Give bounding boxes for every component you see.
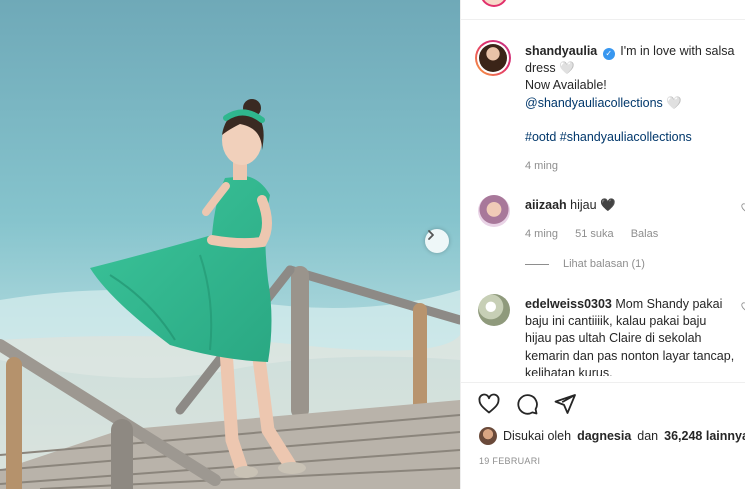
caption-mention-link[interactable]: @shandyauliacollections [525, 96, 663, 110]
view-replies-button[interactable]: Lihat balasan (1) [525, 258, 645, 270]
likes-count[interactable]: 36,248 lainnya [664, 429, 745, 443]
commenter-username[interactable]: aiizaah [525, 198, 567, 212]
author-avatar[interactable] [475, 40, 511, 76]
likes-middle: dan [637, 429, 659, 443]
liker-avatar[interactable] [479, 427, 497, 445]
caption-line2: Now Available! [525, 78, 607, 93]
header-avatar[interactable] [480, 0, 508, 7]
liker-username[interactable]: dagnesia [577, 429, 631, 443]
commenter-avatar[interactable] [478, 294, 510, 326]
verified-badge-icon: ✓ [602, 48, 615, 60]
post-side-panel: shandyaulia ✓ I'm in love with salsa dre… [460, 0, 745, 489]
commenter-username[interactable]: edelweiss0303 [525, 297, 612, 311]
comment-item: edelweiss0303 Mom Shandy pakai baju ini … [525, 296, 735, 376]
comment-age[interactable]: 4 ming [525, 228, 558, 240]
action-bar [477, 392, 577, 416]
post-header [461, 0, 745, 20]
caption-mention-suffix: 🤍 [662, 95, 682, 110]
caption-hashtags[interactable]: #ootd #shandyauliacollections [525, 130, 692, 144]
beach-photo-illustration [0, 0, 460, 489]
likes-prefix: Disukai oleh [503, 429, 572, 443]
paper-plane-icon[interactable] [553, 392, 577, 416]
actions-divider [461, 382, 745, 383]
reply-button[interactable]: Balas [631, 228, 659, 240]
comment-likes[interactable]: 51 suka [575, 228, 614, 240]
heart-outline-icon[interactable] [741, 302, 745, 312]
comment-bubble-icon[interactable] [515, 392, 539, 416]
next-photo-button[interactable] [425, 229, 449, 253]
heart-icon[interactable] [477, 392, 501, 416]
comment-item: aiizaah hijau 🖤 4 ming 51 suka Balas [525, 197, 735, 243]
comment-text: hijau 🖤 [570, 198, 616, 212]
post-photo[interactable] [0, 0, 460, 489]
commenter-avatar[interactable] [478, 195, 510, 227]
caption-age[interactable]: 4 ming [525, 160, 558, 172]
likes-summary: Disukai oleh dagnesia dan 36,248 lainnya [479, 427, 745, 445]
heart-outline-icon[interactable] [741, 203, 745, 213]
post-caption: shandyaulia ✓ I'm in love with salsa dre… [525, 43, 745, 175]
chevron-right-icon [428, 230, 434, 240]
author-username[interactable]: shandyaulia [525, 44, 597, 58]
post-date[interactable]: 19 FEBRUARI [479, 456, 540, 466]
view-replies-label: Lihat balasan (1) [563, 258, 645, 270]
